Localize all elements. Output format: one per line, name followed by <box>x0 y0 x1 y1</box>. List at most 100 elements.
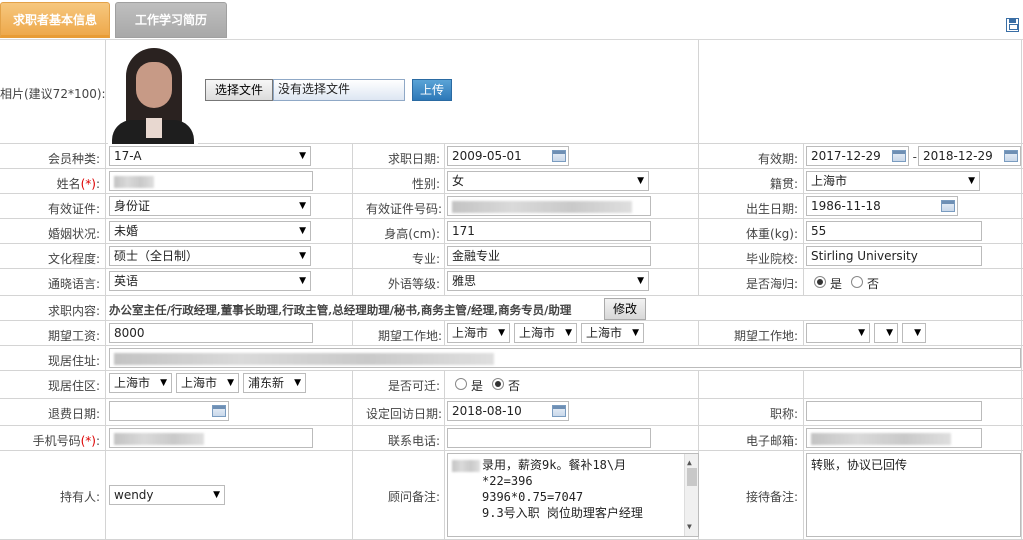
apply-date-label: 求职日期: <box>387 152 440 166</box>
id-number-input[interactable] <box>447 196 651 216</box>
calendar-icon[interactable] <box>941 200 955 212</box>
divider <box>0 193 1023 194</box>
choose-file-button[interactable]: 选择文件 <box>205 79 273 101</box>
advisor-note-textarea[interactable]: 录用，薪资9k。餐补18\月 *22=396 9396*0.75=7047 9.… <box>447 453 699 537</box>
school-label: 毕业院校: <box>745 252 798 266</box>
native-place-select[interactable]: 上海市 ▼ <box>806 171 980 191</box>
id-type-select[interactable]: 身份证 ▼ <box>109 196 311 216</box>
member-type-select[interactable]: 17-A ▼ <box>109 146 311 166</box>
mobile-label: 手机号码(*): <box>32 434 100 448</box>
photo-label: 相片(建议72*100): <box>0 87 106 101</box>
mobile-input[interactable] <box>109 428 313 448</box>
residence-province-value: 上海市 <box>114 376 151 390</box>
divider <box>0 168 1023 169</box>
divider <box>105 40 106 540</box>
language-select[interactable]: 英语 ▼ <box>109 271 311 291</box>
valid-from-input[interactable]: 2017-12-29 <box>806 146 909 166</box>
relocatable-yes-radio[interactable] <box>455 378 467 390</box>
valid-from-value: 2017-12-29 <box>811 149 881 163</box>
returnee-yes-radio[interactable] <box>814 276 826 288</box>
salary-input[interactable]: 8000 <box>109 323 313 343</box>
work-location-2-province-select[interactable]: ▼ <box>806 323 870 343</box>
apply-date-input[interactable]: 2009-05-01 <box>447 146 569 166</box>
school-input[interactable]: Stirling University <box>806 246 982 266</box>
holder-select[interactable]: wendy ▼ <box>109 485 225 505</box>
major-input[interactable]: 金融专业 <box>447 246 651 266</box>
language-level-select[interactable]: 雅思 ▼ <box>447 271 649 291</box>
member-type-label: 会员种类: <box>47 152 100 166</box>
residence-province-select[interactable]: 上海市 ▼ <box>109 373 172 393</box>
work-location-2-district-select[interactable]: ▼ <box>902 323 926 343</box>
valid-to-input[interactable]: 2018-12-29 <box>918 146 1021 166</box>
redacted-text <box>452 460 480 472</box>
marital-value: 未婚 <box>114 224 139 238</box>
work-location-2-city-select[interactable]: ▼ <box>874 323 898 343</box>
divider <box>803 143 804 295</box>
birth-date-value: 1986-11-18 <box>811 199 881 213</box>
chevron-down-icon: ▼ <box>299 151 306 161</box>
divider <box>352 370 353 540</box>
calendar-icon[interactable] <box>1004 150 1018 162</box>
language-level-value: 雅思 <box>452 274 477 288</box>
education-select[interactable]: 硕士（全日制） ▼ <box>109 246 311 266</box>
name-input[interactable] <box>109 171 313 191</box>
gender-select[interactable]: 女 ▼ <box>447 171 649 191</box>
marital-label: 婚姻状况: <box>47 227 100 241</box>
work-location-province-select[interactable]: 上海市 ▼ <box>447 323 510 343</box>
holder-value: wendy <box>114 488 154 502</box>
returnee-no-radio[interactable] <box>851 276 863 288</box>
work-location-city-select[interactable]: 上海市 ▼ <box>514 323 577 343</box>
residence-district-select[interactable]: 浦东新 ▼ <box>243 373 306 393</box>
chevron-down-icon: ▼ <box>213 490 220 500</box>
valid-separator: - <box>912 150 917 164</box>
chevron-down-icon: ▼ <box>498 328 505 338</box>
save-icon[interactable] <box>1006 18 1019 32</box>
residence-city-select[interactable]: 上海市 ▼ <box>176 373 239 393</box>
chevron-down-icon: ▼ <box>227 378 234 388</box>
calendar-icon[interactable] <box>892 150 906 162</box>
gender-value: 女 <box>452 174 465 188</box>
edit-job-button[interactable]: 修改 <box>604 298 646 320</box>
work-location-district-select[interactable]: 上海市 ▼ <box>581 323 644 343</box>
birth-date-input[interactable]: 1986-11-18 <box>806 196 958 216</box>
height-input[interactable]: 171 <box>447 221 651 241</box>
chevron-down-icon: ▼ <box>637 276 644 286</box>
language-value: 英语 <box>114 274 139 288</box>
id-type-label: 有效证件: <box>47 202 100 216</box>
calendar-icon[interactable] <box>552 405 566 417</box>
phone-input[interactable] <box>447 428 651 448</box>
visit-date-input[interactable]: 2018-08-10 <box>447 401 569 421</box>
tab-work-study-resume[interactable]: 工作学习简历 <box>115 2 227 38</box>
weight-input[interactable]: 55 <box>806 221 982 241</box>
id-number-label: 有效证件号码: <box>365 202 442 216</box>
marital-select[interactable]: 未婚 ▼ <box>109 221 311 241</box>
tab-basic-info[interactable]: 求职者基本信息 <box>0 2 110 38</box>
divider <box>0 450 1023 451</box>
native-place-label: 籍贯: <box>769 177 798 191</box>
reception-note-textarea[interactable]: 转账，协议已回传 <box>806 453 1021 537</box>
refund-date-input[interactable] <box>109 401 229 421</box>
redacted-text <box>114 353 494 365</box>
calendar-icon[interactable] <box>552 150 566 162</box>
job-title-input[interactable] <box>806 401 982 421</box>
divider <box>0 243 1023 244</box>
job-title-label: 职称: <box>769 407 798 421</box>
advisor-note-scrollbar[interactable]: ▲ ▼ <box>684 454 698 536</box>
divider <box>444 320 445 345</box>
divider <box>0 370 1023 371</box>
native-place-value: 上海市 <box>811 174 848 188</box>
scroll-down-icon[interactable]: ▼ <box>687 519 692 535</box>
redacted-text <box>811 433 951 445</box>
redacted-text <box>452 201 632 213</box>
address-input[interactable] <box>109 348 1021 368</box>
email-input[interactable] <box>806 428 982 448</box>
relocatable-no-radio[interactable] <box>492 378 504 390</box>
upload-button[interactable]: 上传 <box>412 79 452 101</box>
language-level-label: 外语等级: <box>387 277 440 291</box>
advisor-note-label: 顾问备注: <box>387 490 440 504</box>
phone-label: 联系电话: <box>387 434 440 448</box>
divider <box>0 295 1023 296</box>
calendar-icon[interactable] <box>212 405 226 417</box>
chevron-down-icon: ▼ <box>565 328 572 338</box>
returnee-no-text: 否 <box>867 277 880 291</box>
